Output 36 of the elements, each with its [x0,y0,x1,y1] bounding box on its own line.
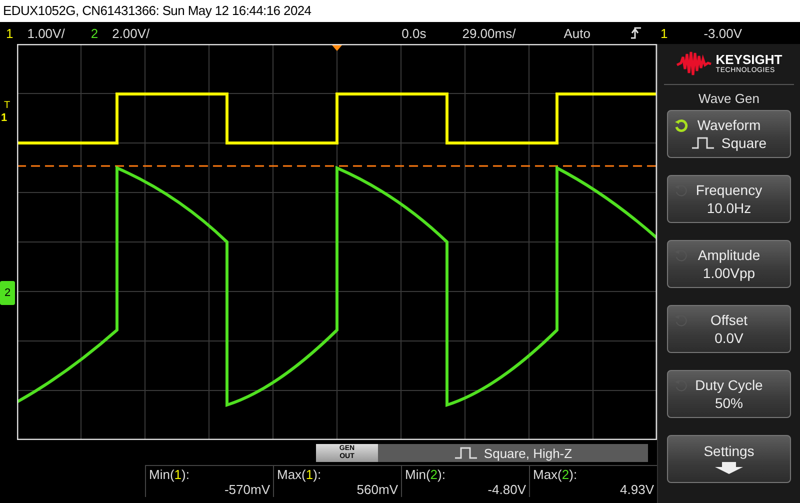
banner-text: Square, High-Z [484,446,572,460]
menu-title: Wave Gen [698,91,760,106]
trigger-mode[interactable]: Auto [564,26,590,40]
measurement-value: 560mV [356,482,398,497]
channel-number: 1 [6,26,14,40]
measurement-value: -4.80V [488,482,526,497]
channel-scale[interactable]: 2.00V/ [112,26,150,40]
softkey[interactable]: Amplitude 1.00Vpp [667,240,791,288]
time-position[interactable]: 0.0s [402,26,426,40]
rising-edge-icon [630,26,642,40]
measurement-value: 4.93V [620,482,654,497]
measurement-label: Min(1): [149,467,190,482]
time-scale[interactable]: 29.00ms/ [462,26,516,40]
trigger-level[interactable]: -3.00V [704,26,742,40]
softkey[interactable]: Waveform Square [667,110,791,158]
measurement-label: Min(2): [405,467,446,482]
channel-ground-marker[interactable]: 1 [1,112,8,124]
channel-scale[interactable]: 1.00V/ [27,26,65,40]
window-title: EDUX1052G, CN61431366: Sun May 12 16:44:16 2024 [0,0,800,22]
square-wave-icon [454,447,478,459]
trigger-position-marker [331,44,343,51]
brand-name: KEYSIGHT [716,53,782,66]
softkey[interactable]: Duty Cycle 50% [667,370,791,418]
square-wave-icon [691,137,716,149]
trigger-level-marker: T [4,100,10,111]
measurement-label: Max(1): [277,467,322,482]
measurement-label: Max(2): [533,467,578,482]
wave-logo-icon [676,51,712,77]
trigger-source[interactable]: 1 [660,26,668,40]
channel-number: 2 [90,26,98,40]
softkey[interactable]: Offset 0.0V [667,305,791,353]
softkey[interactable]: Frequency 10.0Hz [667,175,791,223]
softkey[interactable]: Settings [667,435,791,483]
channel-ground-marker[interactable]: 2 [0,281,15,305]
measurement-value: -570mV [224,482,270,497]
down-arrow-icon [714,461,744,475]
